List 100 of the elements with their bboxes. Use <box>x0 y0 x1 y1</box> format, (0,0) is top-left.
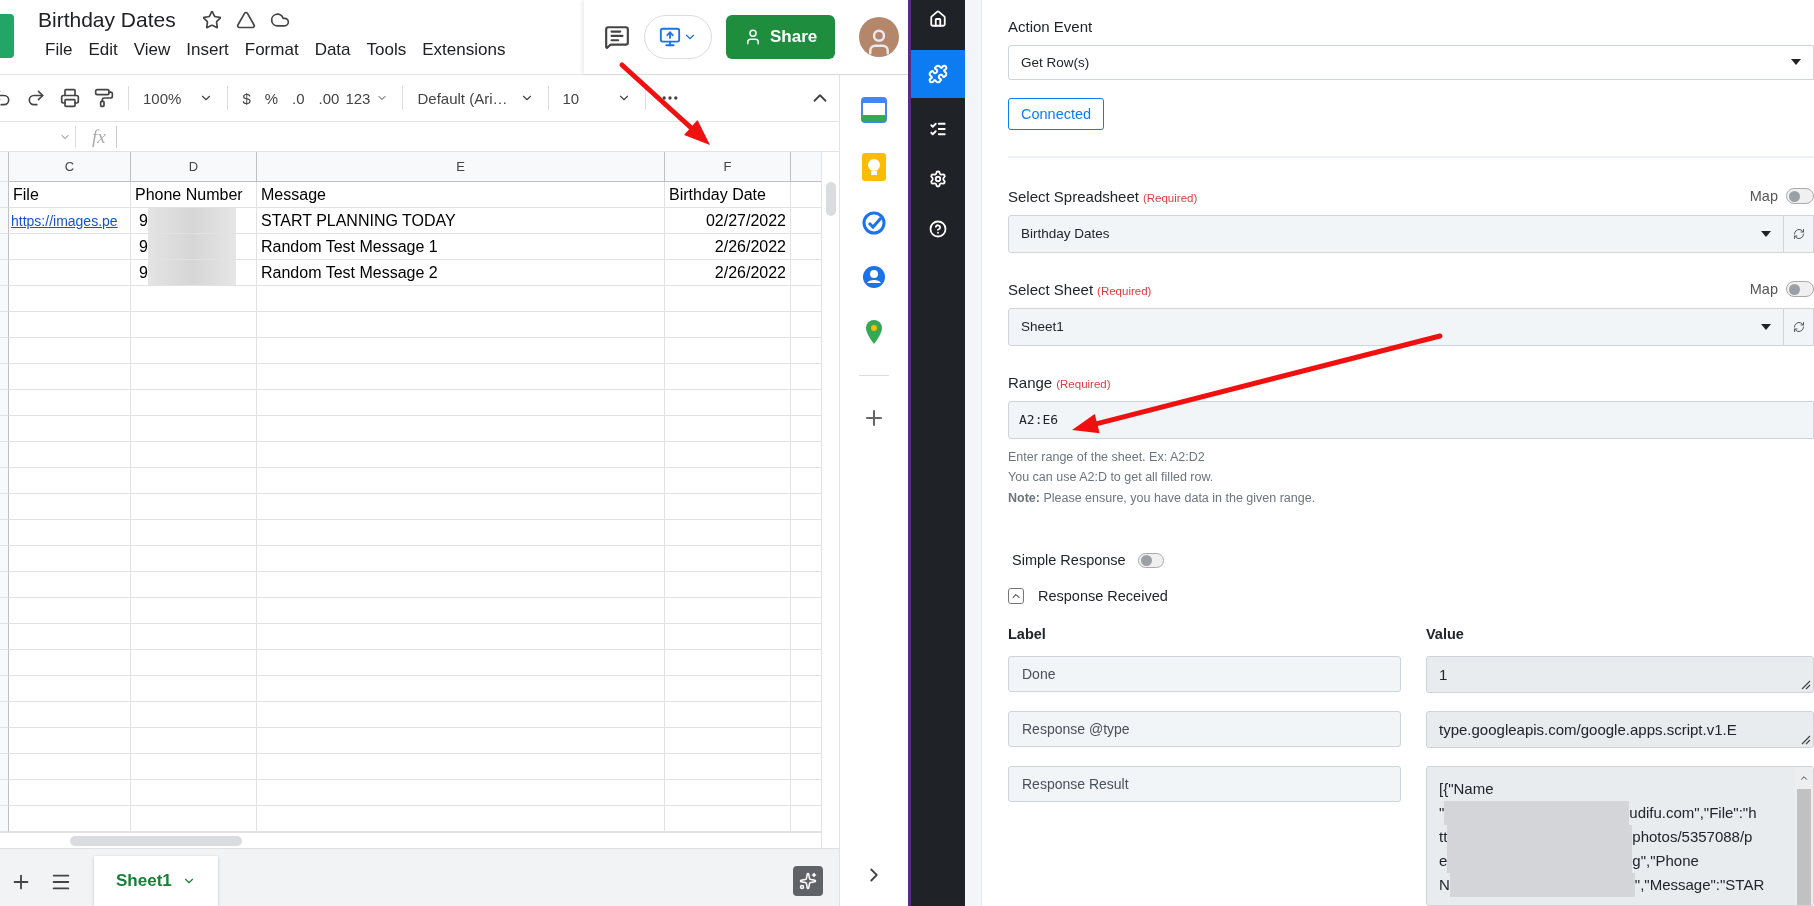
table-cell[interactable] <box>9 754 131 780</box>
table-cell[interactable] <box>665 390 791 416</box>
table-cell[interactable]: 9 <box>131 234 257 260</box>
table-cell[interactable] <box>257 416 665 442</box>
table-cell[interactable] <box>9 572 131 598</box>
table-cell[interactable] <box>257 624 665 650</box>
table-cell[interactable] <box>257 650 665 676</box>
cell-link[interactable]: https://images.pe <box>11 212 118 229</box>
row-header[interactable] <box>0 676 9 702</box>
table-cell[interactable] <box>131 338 257 364</box>
table-cell[interactable] <box>131 468 257 494</box>
action-event-select[interactable]: Get Row(s) <box>1008 45 1814 80</box>
map-toggle[interactable] <box>1786 188 1814 204</box>
table-cell[interactable] <box>9 702 131 728</box>
row-header[interactable] <box>0 650 9 676</box>
table-cell[interactable] <box>131 312 257 338</box>
collapse-button[interactable] <box>1008 588 1024 604</box>
table-cell[interactable] <box>257 468 665 494</box>
avatar[interactable] <box>859 17 900 57</box>
row-header[interactable] <box>0 754 9 780</box>
table-cell[interactable] <box>257 728 665 754</box>
row-header[interactable] <box>0 286 9 312</box>
table-cell[interactable]: Message <box>257 182 665 208</box>
row-header[interactable] <box>0 208 9 234</box>
table-cell[interactable] <box>131 416 257 442</box>
table-cell[interactable] <box>9 598 131 624</box>
table-cell[interactable] <box>9 442 131 468</box>
table-cell[interactable] <box>9 260 131 286</box>
table-cell[interactable] <box>9 624 131 650</box>
table-cell[interactable] <box>257 676 665 702</box>
paint-format-icon[interactable] <box>94 88 114 108</box>
value-field[interactable]: 1 <box>1426 656 1814 693</box>
table-cell[interactable] <box>131 728 257 754</box>
table-cell[interactable] <box>9 390 131 416</box>
table-cell[interactable] <box>257 702 665 728</box>
document-title[interactable]: Birthday Dates <box>38 8 176 32</box>
table-cell[interactable] <box>665 520 791 546</box>
table-cell[interactable] <box>131 676 257 702</box>
table-cell[interactable]: Random Test Message 2 <box>257 260 665 286</box>
value-field[interactable]: type.googleapis.com/google.apps.script.v1.E <box>1426 711 1814 748</box>
column-header[interactable]: F <box>665 152 791 182</box>
table-cell[interactable] <box>665 312 791 338</box>
table-cell[interactable] <box>257 338 665 364</box>
table-cell[interactable] <box>131 780 257 806</box>
table-cell[interactable] <box>9 234 131 260</box>
resize-grip-icon[interactable] <box>1801 735 1811 745</box>
table-cell[interactable] <box>257 806 665 832</box>
table-cell[interactable] <box>131 650 257 676</box>
row-header[interactable] <box>0 364 9 390</box>
table-cell[interactable] <box>257 286 665 312</box>
table-cell[interactable]: 2/26/2022 <box>665 260 791 286</box>
refresh-button[interactable] <box>1784 307 1814 346</box>
scroll-up-icon[interactable] <box>1799 773 1809 783</box>
table-cell[interactable] <box>665 598 791 624</box>
table-cell[interactable] <box>9 806 131 832</box>
increase-decimals-button[interactable]: .00 <box>318 89 340 107</box>
menu-item[interactable]: Format <box>237 38 308 62</box>
table-cell[interactable] <box>665 676 791 702</box>
redo-icon[interactable] <box>26 88 46 108</box>
row-header[interactable] <box>0 234 9 260</box>
comment-icon[interactable] <box>604 24 630 50</box>
tasks-icon[interactable] <box>862 211 886 235</box>
table-cell[interactable] <box>665 650 791 676</box>
table-cell[interactable] <box>665 364 791 390</box>
print-icon[interactable] <box>60 88 80 108</box>
row-header[interactable] <box>0 416 9 442</box>
table-cell[interactable] <box>131 546 257 572</box>
table-cell[interactable] <box>257 442 665 468</box>
table-cell[interactable] <box>131 572 257 598</box>
menu-item[interactable]: View <box>126 38 180 62</box>
currency-button[interactable]: $ <box>242 89 251 107</box>
table-cell[interactable] <box>257 572 665 598</box>
row-header[interactable] <box>0 260 9 286</box>
row-header[interactable] <box>0 728 9 754</box>
table-cell[interactable]: 02/27/2022 <box>665 208 791 234</box>
calendar-icon[interactable] <box>861 97 887 123</box>
row-header[interactable] <box>0 494 9 520</box>
table-cell[interactable] <box>257 390 665 416</box>
table-cell[interactable]: START PLANNING TODAY <box>257 208 665 234</box>
decrease-decimals-button[interactable]: .0 <box>292 89 305 107</box>
table-cell[interactable] <box>9 338 131 364</box>
menu-item[interactable]: Data <box>307 38 360 62</box>
table-cell[interactable] <box>9 416 131 442</box>
share-button[interactable]: Share <box>726 15 836 59</box>
table-cell[interactable] <box>9 650 131 676</box>
table-cell[interactable] <box>665 546 791 572</box>
row-header[interactable] <box>0 152 9 182</box>
table-cell[interactable] <box>665 702 791 728</box>
table-cell[interactable] <box>257 780 665 806</box>
table-cell[interactable] <box>665 468 791 494</box>
table-cell[interactable] <box>665 806 791 832</box>
table-cell[interactable] <box>665 286 791 312</box>
table-cell[interactable] <box>257 312 665 338</box>
row-header[interactable] <box>0 624 9 650</box>
table-cell[interactable] <box>131 806 257 832</box>
table-cell[interactable] <box>9 676 131 702</box>
table-cell[interactable] <box>257 520 665 546</box>
table-cell[interactable] <box>131 442 257 468</box>
scrollbar-thumb[interactable] <box>70 835 242 846</box>
select-field[interactable]: Birthday Dates <box>1008 214 1784 253</box>
